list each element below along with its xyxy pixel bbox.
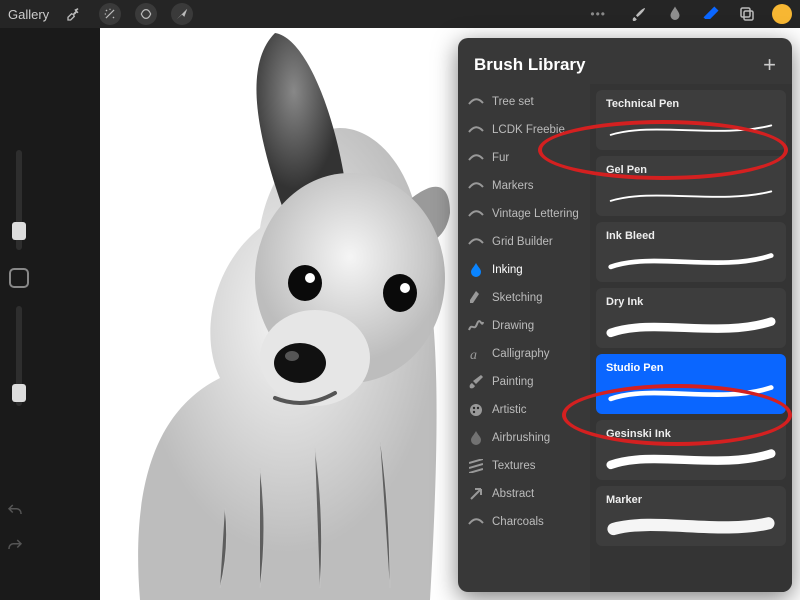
brush-name-label: Ink Bleed (606, 230, 776, 242)
eraser-tool-icon[interactable] (700, 3, 722, 25)
category-label: Artistic (492, 404, 527, 416)
brush-list: Technical Pen Gel Pen Ink Bleed Dry Ink Stud… (590, 84, 792, 592)
brush-stroke-preview (606, 314, 776, 342)
transform-icon[interactable] (171, 3, 193, 25)
undo-redo-group (6, 502, 24, 560)
category-label: Tree set (492, 96, 534, 108)
artwork-dog (100, 28, 470, 600)
brush-dry-ink[interactable]: Dry Ink (596, 288, 786, 348)
category-item-grid-builder[interactable]: Grid Builder (458, 228, 590, 256)
brush-gel-pen[interactable]: Gel Pen (596, 156, 786, 216)
category-label: Charcoals (492, 516, 544, 528)
panel-title: Brush Library (474, 55, 585, 75)
top-toolbar: Gallery ••• (0, 0, 800, 28)
color-swatch[interactable] (772, 4, 792, 24)
category-item-sketching[interactable]: Sketching (458, 284, 590, 312)
category-icon (468, 122, 484, 138)
category-item-fur[interactable]: Fur (458, 144, 590, 172)
category-label: Calligraphy (492, 348, 550, 360)
category-label: Vintage Lettering (492, 208, 579, 220)
category-item-calligraphy[interactable]: a Calligraphy (458, 340, 590, 368)
brush-gesinski-ink[interactable]: Gesinski Ink (596, 420, 786, 480)
opacity-slider[interactable] (16, 306, 22, 406)
category-icon (468, 514, 484, 530)
category-icon (468, 458, 484, 474)
category-item-abstract[interactable]: Abstract (458, 480, 590, 508)
category-item-vintage-lettering[interactable]: Vintage Lettering (458, 200, 590, 228)
category-label: LCDK Freebie (492, 124, 565, 136)
category-icon (468, 206, 484, 222)
category-label: Grid Builder (492, 236, 553, 248)
gallery-button[interactable]: Gallery (8, 7, 49, 22)
category-label: Sketching (492, 292, 543, 304)
category-icon (468, 318, 484, 334)
category-item-tree-set[interactable]: Tree set (458, 88, 590, 116)
category-icon (468, 262, 484, 278)
overflow-icon[interactable]: ••• (590, 7, 606, 21)
category-icon (468, 94, 484, 110)
brush-ink-bleed[interactable]: Ink Bleed (596, 222, 786, 282)
brush-stroke-preview (606, 380, 776, 408)
category-icon (468, 430, 484, 446)
category-item-airbrushing[interactable]: Airbrushing (458, 424, 590, 452)
brush-name-label: Gel Pen (606, 164, 776, 176)
brush-size-slider[interactable] (16, 150, 22, 250)
category-label: Markers (492, 180, 534, 192)
smudge-tool-icon[interactable] (664, 3, 686, 25)
redo-icon[interactable] (6, 537, 24, 560)
brush-stroke-preview (606, 248, 776, 276)
add-brush-button[interactable]: + (763, 52, 776, 78)
category-label: Textures (492, 460, 535, 472)
selection-icon[interactable] (135, 3, 157, 25)
category-item-inking[interactable]: Inking (458, 256, 590, 284)
brush-marker[interactable]: Marker (596, 486, 786, 546)
brush-library-panel: Brush Library + Tree set LCDK Freebie Fur M… (458, 38, 792, 592)
brush-category-list: Tree set LCDK Freebie Fur Markers Vintage Le… (458, 84, 590, 592)
left-sidebar (6, 150, 32, 406)
undo-icon[interactable] (6, 502, 24, 525)
brush-stroke-preview (606, 446, 776, 474)
brush-tool-icon[interactable] (628, 3, 650, 25)
category-icon (468, 290, 484, 306)
category-icon (468, 178, 484, 194)
category-label: Inking (492, 264, 523, 276)
category-label: Drawing (492, 320, 534, 332)
brush-name-label: Studio Pen (606, 362, 776, 374)
category-item-drawing[interactable]: Drawing (458, 312, 590, 340)
category-icon (468, 374, 484, 390)
category-icon (468, 402, 484, 418)
brush-name-label: Technical Pen (606, 98, 776, 110)
brush-stroke-preview (606, 116, 776, 144)
category-icon (468, 234, 484, 250)
category-label: Painting (492, 376, 534, 388)
modify-button[interactable] (9, 268, 29, 288)
category-icon: a (468, 346, 484, 362)
category-label: Abstract (492, 488, 534, 500)
layers-icon[interactable] (736, 3, 758, 25)
category-item-textures[interactable]: Textures (458, 452, 590, 480)
brush-stroke-preview (606, 512, 776, 540)
magic-wand-icon[interactable] (99, 3, 121, 25)
category-item-markers[interactable]: Markers (458, 172, 590, 200)
category-item-painting[interactable]: Painting (458, 368, 590, 396)
category-item-artistic[interactable]: Artistic (458, 396, 590, 424)
category-item-lcdk-freebie[interactable]: LCDK Freebie (458, 116, 590, 144)
brush-name-label: Dry Ink (606, 296, 776, 308)
wrench-icon[interactable] (63, 3, 85, 25)
brush-name-label: Marker (606, 494, 776, 506)
category-label: Fur (492, 152, 509, 164)
brush-stroke-preview (606, 182, 776, 210)
svg-text:a: a (470, 348, 477, 361)
category-icon (468, 150, 484, 166)
category-label: Airbrushing (492, 432, 550, 444)
category-item-charcoals[interactable]: Charcoals (458, 508, 590, 536)
brush-name-label: Gesinski Ink (606, 428, 776, 440)
brush-studio-pen[interactable]: Studio Pen (596, 354, 786, 414)
category-icon (468, 486, 484, 502)
brush-technical-pen[interactable]: Technical Pen (596, 90, 786, 150)
